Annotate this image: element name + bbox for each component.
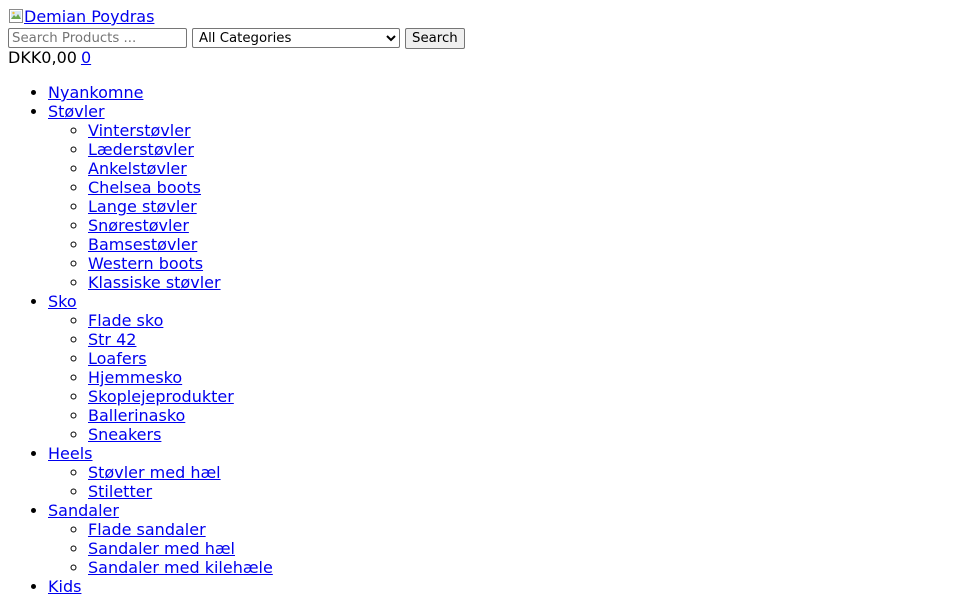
submenu-link[interactable]: Flade sko: [88, 311, 163, 330]
submenu-item: Flade sandaler: [88, 520, 952, 539]
submenu-link[interactable]: Lange støvler: [88, 197, 197, 216]
product-search-form: All Categories Search: [8, 27, 952, 49]
submenu-item: Bamsestøvler: [88, 235, 952, 254]
menu-item: StøvlerVinterstøvlerLæderstøvlerAnkelstø…: [48, 102, 952, 292]
cart-total: DKK0,00: [8, 48, 77, 67]
submenu: Støvler med hælStiletter: [48, 463, 952, 501]
submenu: Flade sandalerSandaler med hælSandaler m…: [48, 520, 952, 577]
menu-item: Nyankomne: [48, 83, 952, 102]
submenu-item: Klassiske støvler: [88, 273, 952, 292]
cart-count-link[interactable]: 0: [81, 48, 91, 67]
submenu-item: Sandaler med hæl: [88, 539, 952, 558]
submenu-link[interactable]: Western boots: [88, 254, 203, 273]
submenu-item: Hjemmesko: [88, 368, 952, 387]
menu-item: SkoFlade skoStr 42LoafersHjemmeskoSkople…: [48, 292, 952, 444]
submenu-item: Chelsea boots: [88, 178, 952, 197]
submenu-item: Snørestøvler: [88, 216, 952, 235]
submenu-item: Læderstøvler: [88, 140, 952, 159]
submenu-link[interactable]: Skoplejeprodukter: [88, 387, 234, 406]
menu-link[interactable]: Kids: [48, 577, 81, 596]
submenu-item: Sneakers: [88, 425, 952, 444]
submenu-item: Skoplejeprodukter: [88, 387, 952, 406]
submenu-item: Loafers: [88, 349, 952, 368]
submenu-link[interactable]: Læderstøvler: [88, 140, 194, 159]
main-navigation-menu: NyankomneStøvlerVinterstøvlerLæderstøvle…: [8, 83, 952, 596]
site-logo-alt-text: Demian Poydras: [24, 7, 155, 26]
menu-link[interactable]: Sko: [48, 292, 77, 311]
menu-link[interactable]: Støvler: [48, 102, 105, 121]
submenu-link[interactable]: Stiletter: [88, 482, 152, 501]
menu-item: Kids: [48, 577, 952, 596]
submenu-item: Stiletter: [88, 482, 952, 501]
menu-item: HeelsStøvler med hælStiletter: [48, 444, 952, 501]
submenu-item: Sandaler med kilehæle: [88, 558, 952, 577]
submenu-link[interactable]: Ankelstøvler: [88, 159, 187, 178]
submenu-link[interactable]: Snørestøvler: [88, 216, 189, 235]
submenu-link[interactable]: Str 42: [88, 330, 136, 349]
menu-item: SandalerFlade sandalerSandaler med hælSa…: [48, 501, 952, 577]
submenu-link[interactable]: Sneakers: [88, 425, 161, 444]
submenu-link[interactable]: Loafers: [88, 349, 147, 368]
category-select[interactable]: All Categories: [192, 28, 400, 48]
submenu-link[interactable]: Bamsestøvler: [88, 235, 197, 254]
submenu-item: Western boots: [88, 254, 952, 273]
submenu-link[interactable]: Flade sandaler: [88, 520, 206, 539]
submenu-item: Ankelstøvler: [88, 159, 952, 178]
submenu-link[interactable]: Sandaler med hæl: [88, 539, 235, 558]
submenu-item: Støvler med hæl: [88, 463, 952, 482]
submenu-item: Ballerinasko: [88, 406, 952, 425]
submenu-link[interactable]: Sandaler med kilehæle: [88, 558, 273, 577]
submenu-link[interactable]: Hjemmesko: [88, 368, 182, 387]
submenu-link[interactable]: Støvler med hæl: [88, 463, 221, 482]
menu-link[interactable]: Nyankomne: [48, 83, 143, 102]
submenu-link[interactable]: Chelsea boots: [88, 178, 201, 197]
page: Demian Poydras All Categories Search DKK…: [8, 7, 952, 596]
menu-link[interactable]: Heels: [48, 444, 93, 463]
submenu: VinterstøvlerLæderstøvlerAnkelstøvlerChe…: [48, 121, 952, 292]
submenu-item: Str 42: [88, 330, 952, 349]
submenu: Flade skoStr 42LoafersHjemmeskoSkoplejep…: [48, 311, 952, 444]
menu-link[interactable]: Sandaler: [48, 501, 119, 520]
site-logo-link[interactable]: Demian Poydras: [8, 7, 154, 27]
broken-image-icon: [8, 8, 24, 24]
submenu-item: Vinterstøvler: [88, 121, 952, 140]
mini-cart: DKK0,00 0: [8, 48, 952, 68]
submenu-link[interactable]: Ballerinasko: [88, 406, 185, 425]
submenu-link[interactable]: Klassiske støvler: [88, 273, 221, 292]
search-button[interactable]: Search: [405, 27, 465, 49]
submenu-link[interactable]: Vinterstøvler: [88, 121, 191, 140]
submenu-item: Flade sko: [88, 311, 952, 330]
submenu-item: Lange støvler: [88, 197, 952, 216]
search-input[interactable]: [8, 28, 187, 48]
